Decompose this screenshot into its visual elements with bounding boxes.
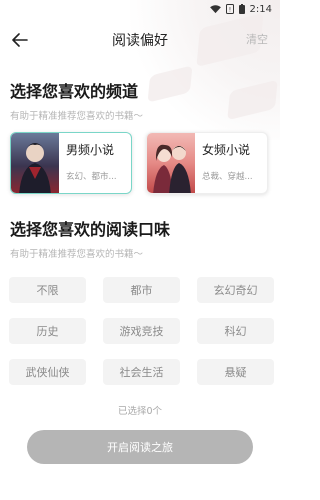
battery-icon	[238, 4, 245, 14]
svg-text:!: !	[228, 7, 230, 14]
clear-button[interactable]: 清空	[246, 31, 268, 47]
tag-history[interactable]: 历史	[9, 318, 86, 344]
back-button[interactable]	[8, 28, 32, 52]
status-time: 2:14	[249, 3, 272, 15]
channel-section-subtitle: 有助于精准推荐您喜欢的书籍～	[10, 111, 144, 122]
tag-wuxia[interactable]: 武侠仙侠	[9, 359, 86, 385]
taste-tag-grid: 不限 都市 玄幻奇幻 历史 游戏竞技 科幻 武侠仙侠 社会生活 悬疑	[0, 277, 280, 385]
channel-desc: 玄幻、都市...	[66, 172, 117, 182]
male-novel-cover-image	[11, 133, 59, 193]
header: 阅读偏好 清空	[0, 18, 280, 62]
start-reading-button[interactable]: 开启阅读之旅	[27, 430, 253, 464]
tag-urban[interactable]: 都市	[103, 277, 180, 303]
tag-gaming[interactable]: 游戏竞技	[103, 318, 180, 344]
selected-count: 已选择0个	[117, 406, 163, 417]
channel-desc: 总裁、穿越...	[202, 172, 253, 182]
channel-section-title: 选择您喜欢的频道	[10, 82, 139, 101]
page-title: 阅读偏好	[112, 33, 168, 49]
tag-social-life[interactable]: 社会生活	[103, 359, 180, 385]
channel-card-male[interactable]: 男频小说 玄幻、都市...	[10, 132, 132, 194]
taste-section-subtitle: 有助于精准推荐您喜欢的书籍～	[10, 249, 144, 260]
status-bar: ! 2:14	[0, 0, 280, 18]
tag-fantasy[interactable]: 玄幻奇幻	[197, 277, 274, 303]
tag-mystery[interactable]: 悬疑	[197, 359, 274, 385]
tag-scifi[interactable]: 科幻	[197, 318, 274, 344]
channel-card-female[interactable]: 女频小说 总裁、穿越...	[146, 132, 268, 194]
back-arrow-icon	[12, 33, 28, 47]
taste-section-title: 选择您喜欢的阅读口味	[10, 220, 171, 239]
channel-list: 男频小说 玄幻、都市... 女频小说 总裁、穿越...	[0, 132, 280, 194]
channel-name: 女频小说	[202, 143, 251, 157]
sim-icon: !	[225, 4, 234, 14]
tag-unlimited[interactable]: 不限	[9, 277, 86, 303]
female-novel-cover-image	[147, 133, 195, 193]
wifi-icon	[209, 4, 221, 13]
channel-name: 男频小说	[66, 143, 115, 157]
